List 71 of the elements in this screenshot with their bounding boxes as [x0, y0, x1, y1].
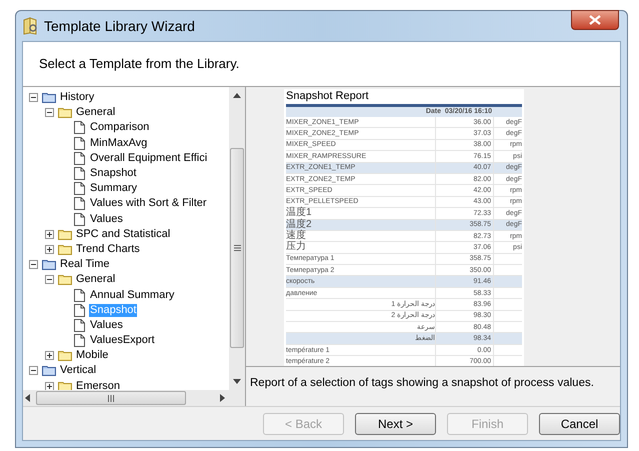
expand-icon[interactable]	[45, 230, 54, 239]
scroll-right-icon[interactable]	[220, 394, 225, 402]
vertical-scrollbar[interactable]	[229, 87, 245, 390]
document-icon	[74, 136, 85, 150]
tree-item[interactable]: History	[59, 91, 96, 104]
document-icon	[74, 318, 85, 332]
folder-icon	[42, 259, 56, 270]
document-icon	[74, 182, 85, 196]
tree-item[interactable]: Overall Equipment Effici	[89, 152, 208, 165]
document-icon	[74, 121, 85, 134]
wizard-button[interactable]: Cancel	[539, 412, 620, 434]
tree-item[interactable]: Comparison	[89, 121, 150, 134]
folder-icon	[58, 274, 72, 286]
grip-icon	[234, 245, 240, 251]
tree-item[interactable]: Vertical	[59, 364, 98, 378]
template-description: Report of a selection of tags showing a snapshot of process values.	[250, 377, 594, 389]
tree-item[interactable]: Real Time	[59, 258, 111, 272]
instruction-text: Select a Template from the Library.	[39, 55, 240, 74]
tree-item[interactable]: Emerson	[75, 380, 122, 390]
tree-item[interactable]: General	[75, 106, 116, 120]
expand-icon[interactable]	[45, 382, 54, 390]
folder-icon	[42, 92, 56, 104]
wizard-button[interactable]: Next >	[355, 412, 436, 434]
collapse-icon[interactable]	[29, 260, 38, 270]
tag-name: 压力	[286, 242, 306, 252]
tree-item[interactable]: SPC and Statistical	[75, 228, 172, 241]
scroll-down-icon[interactable]	[233, 379, 241, 384]
document-icon	[74, 212, 85, 226]
tree-item[interactable]: MinMaxAvg	[89, 136, 148, 150]
tree-item[interactable]: Summary	[89, 182, 138, 196]
tree-item[interactable]: Mobile	[75, 349, 110, 362]
book-icon	[22, 17, 38, 35]
tree-item[interactable]: Values	[89, 318, 124, 332]
expand-icon[interactable]	[45, 351, 54, 360]
folder-icon	[58, 380, 72, 390]
document-icon	[74, 152, 85, 165]
folder-icon	[58, 244, 72, 255]
scroll-up-icon[interactable]	[233, 93, 241, 98]
document-icon	[74, 167, 85, 180]
close-button[interactable]	[571, 10, 619, 30]
tree-item[interactable]: Annual Summary	[89, 288, 176, 302]
tree-item[interactable]: Values	[89, 212, 124, 226]
folder-icon	[58, 107, 72, 118]
document-icon	[74, 304, 85, 317]
document-icon	[74, 288, 85, 302]
folder-icon	[42, 365, 56, 376]
folder-icon	[58, 228, 72, 240]
expand-icon[interactable]	[45, 244, 54, 254]
tree-item[interactable]: Snapshot	[89, 167, 138, 180]
close-icon	[589, 15, 601, 25]
tree-item[interactable]: Values with Sort & Filter	[89, 197, 208, 210]
scrollbar-thumb[interactable]	[230, 148, 244, 348]
scroll-left-icon[interactable]	[25, 394, 30, 402]
tag-name: 温度1	[286, 208, 312, 218]
tag-name: 速度	[286, 231, 306, 242]
grip-icon	[108, 394, 114, 402]
tree-item[interactable]: ValuesExport	[89, 334, 156, 348]
folder-icon	[58, 350, 72, 362]
scrollbar-thumb[interactable]	[36, 391, 186, 405]
horizontal-scrollbar[interactable]	[23, 390, 245, 406]
document-icon	[74, 197, 85, 210]
document-icon	[74, 334, 85, 348]
tag-name: 温度2	[286, 220, 312, 230]
collapse-icon[interactable]	[45, 108, 54, 118]
window-title: Template Library Wizard	[44, 16, 195, 36]
tree-item[interactable]: General	[75, 273, 116, 286]
collapse-icon[interactable]	[29, 366, 38, 376]
report-title: Snapshot Report	[286, 89, 370, 103]
collapse-icon[interactable]	[29, 93, 38, 102]
tree-item[interactable]: Trend Charts	[75, 242, 141, 256]
collapse-icon[interactable]	[45, 275, 54, 284]
